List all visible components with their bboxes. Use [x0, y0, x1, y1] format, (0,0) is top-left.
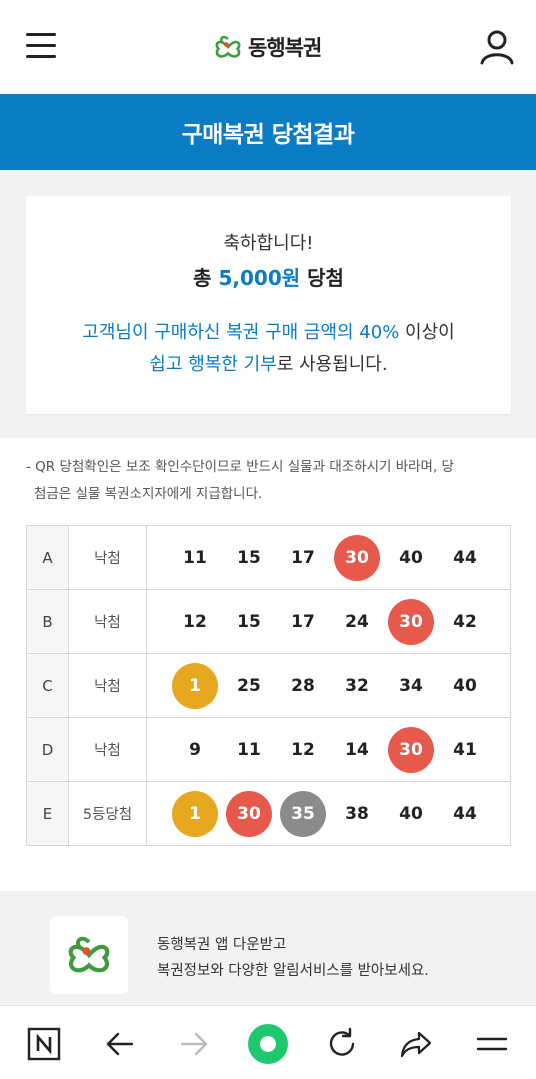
qr-notice: - QR 당첨확인은 보조 확인수단이므로 반드시 실물과 대조하시기 바라며,…: [26, 454, 516, 508]
matched-number-ball: 35: [280, 791, 326, 837]
notice-line1: - QR 당첨확인은 보조 확인수단이므로 반드시 실물과 대조하시기 바라며,…: [26, 459, 454, 475]
game-status: 낙첨: [69, 526, 147, 589]
total-suffix: 당첨: [300, 266, 344, 290]
lotto-number: 11: [183, 548, 207, 568]
notice-line2: 첨금은 실물 복권소지자에게 지급합니다.: [34, 486, 263, 502]
lotto-number: 40: [399, 548, 423, 568]
results-table: A 낙첨 11 15 17 30 40 44 B 낙첨 12 15 17 24 30 42 C 낙첨 1 25 28 32…: [26, 525, 511, 846]
lotto-number: 32: [345, 676, 369, 696]
refresh-button[interactable]: [320, 1022, 364, 1066]
more-menu-icon: [476, 1037, 508, 1051]
matched-number-ball: 30: [334, 535, 380, 581]
lotto-number: 41: [453, 740, 477, 760]
back-button[interactable]: [98, 1022, 142, 1066]
game-status: 낙첨: [69, 654, 147, 717]
user-icon[interactable]: [478, 28, 516, 66]
arrow-right-icon: [180, 1032, 208, 1056]
lotto-number: 14: [345, 740, 369, 760]
result-summary-card: 축하합니다! 총 5,000원 당첨 고객님이 구매하신 복권 구매 금액의 4…: [26, 196, 511, 414]
banner-line1: 동행복권 앱 다운받고: [157, 937, 287, 953]
lotto-number: 11: [237, 740, 261, 760]
lotto-number: 12: [183, 612, 207, 632]
game-status: 낙첨: [69, 590, 147, 653]
result-row-e: E 5등당첨 1 30 35 38 40 44: [27, 782, 510, 846]
clover-logo-icon: [215, 35, 241, 58]
result-row-c: C 낙첨 1 25 28 32 34 40: [27, 654, 510, 718]
lotto-number: 44: [453, 804, 477, 824]
lotto-number: 15: [237, 548, 261, 568]
lotto-number: 17: [291, 548, 315, 568]
donation-message-line1: 고객님이 구매하신 복권 구매 금액의 40% 이상이: [26, 318, 511, 344]
total-prize: 총 5,000원 당첨: [26, 262, 511, 291]
result-row-a: A 낙첨 11 15 17 30 40 44: [27, 526, 510, 590]
tabs-button[interactable]: [22, 1022, 66, 1066]
page-title: 구매복권 당첨결과: [0, 94, 536, 170]
logo-text: 동행복권: [248, 36, 322, 60]
lotto-number: 28: [291, 676, 315, 696]
total-prefix: 총: [193, 266, 219, 290]
game-letter: D: [27, 718, 69, 781]
game-letter: A: [27, 526, 69, 589]
lotto-number: 24: [345, 612, 369, 632]
site-logo[interactable]: 동행복권: [212, 30, 322, 64]
donation-msg1-blue: 고객님이 구매하신 복권 구매 금액의 40%: [82, 322, 400, 343]
game-status: 낙첨: [69, 718, 147, 781]
lotto-number: 25: [237, 676, 261, 696]
lotto-number: 17: [291, 612, 315, 632]
lotto-number: 15: [237, 612, 261, 632]
matched-number-ball: 1: [172, 791, 218, 837]
arrow-left-icon: [106, 1032, 134, 1056]
banner-text[interactable]: 동행복권 앱 다운받고 복권정보와 다양한 알림서비스를 받아보세요.: [157, 932, 429, 984]
matched-number-ball: 30: [388, 599, 434, 645]
donation-msg1-dark: 이상이: [399, 322, 455, 343]
lotto-number: 40: [399, 804, 423, 824]
lotto-number: 38: [345, 804, 369, 824]
lotto-number: 34: [399, 676, 423, 696]
hamburger-menu-icon[interactable]: [26, 33, 56, 59]
matched-number-ball: 30: [388, 727, 434, 773]
lotto-number: 40: [453, 676, 477, 696]
naver-n-icon: [27, 1027, 61, 1061]
share-icon: [400, 1031, 432, 1058]
browser-bottom-nav: [0, 1005, 536, 1079]
banner-line2: 복권정보와 다양한 알림서비스를 받아보세요.: [157, 963, 429, 979]
congrats-text: 축하합니다!: [223, 233, 314, 254]
top-header: 동행복권: [0, 0, 536, 93]
donation-msg2-dark: 로 사용됩니다.: [276, 354, 388, 375]
total-amount: 5,000원: [218, 266, 301, 290]
game-letter: E: [27, 782, 69, 845]
share-button[interactable]: [394, 1022, 438, 1066]
result-row-b: B 낙첨 12 15 17 24 30 42: [27, 590, 510, 654]
game-letter: C: [27, 654, 69, 717]
game-letter: B: [27, 590, 69, 653]
clover-logo-icon: [68, 936, 110, 973]
donation-msg2-blue: 쉽고 행복한 기부: [149, 354, 277, 375]
lotto-number: 42: [453, 612, 477, 632]
more-menu-button[interactable]: [470, 1022, 514, 1066]
green-circle-icon: [248, 1024, 288, 1064]
donation-message-line2: 쉽고 행복한 기부로 사용됩니다.: [26, 350, 511, 376]
lotto-number: 44: [453, 548, 477, 568]
forward-button[interactable]: [172, 1022, 216, 1066]
lotto-number: 9: [189, 740, 201, 760]
matched-number-ball: 30: [226, 791, 272, 837]
home-button[interactable]: [246, 1022, 290, 1066]
game-status: 5등당첨: [69, 782, 147, 845]
result-row-d: D 낙첨 9 11 12 14 30 41: [27, 718, 510, 782]
app-logo[interactable]: [50, 916, 128, 994]
matched-number-ball: 1: [172, 663, 218, 709]
refresh-icon: [329, 1027, 355, 1056]
lotto-number: 12: [291, 740, 315, 760]
